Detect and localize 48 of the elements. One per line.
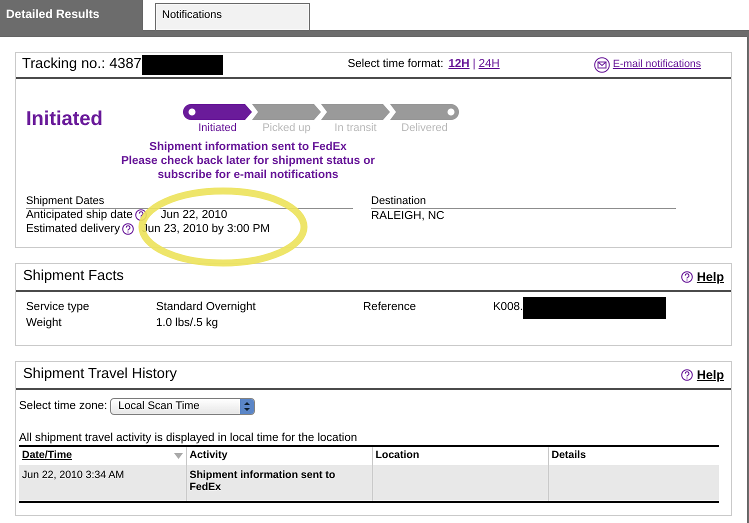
column-header[interactable]: Date/Time bbox=[22, 448, 72, 464]
fact-label: Weight bbox=[26, 316, 63, 331]
help-icon bbox=[134, 208, 147, 221]
help-icon bbox=[680, 369, 693, 381]
tab[interactable]: Detailed Results bbox=[0, 0, 143, 30]
date-value: Jun 22, 2010 bbox=[160, 208, 228, 223]
panel-title: Shipment Travel History bbox=[23, 365, 177, 384]
fact-label: Service type bbox=[26, 300, 90, 315]
fact-value: Standard Overnight bbox=[156, 300, 257, 315]
sort-icon bbox=[174, 453, 182, 460]
separator: | bbox=[472, 57, 476, 72]
time-format-link[interactable]: 24H bbox=[478, 56, 500, 74]
history-note: All shipment travel activity is displayed in local time for the location bbox=[19, 432, 358, 446]
help-link[interactable]: Help bbox=[696, 268, 724, 286]
help-icon bbox=[122, 222, 134, 235]
panel-title: Shipment Facts bbox=[23, 267, 124, 286]
tracking-label: Tracking no.: 4387 bbox=[22, 55, 142, 74]
section-heading: Shipment Dates bbox=[26, 194, 353, 208]
stage-label: In transit bbox=[334, 121, 377, 136]
stage-label: Picked up bbox=[262, 121, 311, 136]
column-header: Location bbox=[376, 449, 420, 462]
status-message: subscribe for e-mail notifications bbox=[158, 168, 338, 182]
fact-value: 1.0 lbs/.5 kg bbox=[156, 316, 220, 331]
timezone-select[interactable]: Local Scan Time bbox=[110, 398, 256, 416]
stage-label: Initiated bbox=[198, 121, 237, 136]
fact-label: Reference bbox=[363, 300, 418, 315]
timezone-label: Select time zone: bbox=[19, 399, 108, 414]
destination-value: RALEIGH, NC bbox=[371, 208, 446, 222]
column-header: Details bbox=[552, 449, 586, 462]
date-label: Anticipated ship date bbox=[26, 208, 133, 223]
help-link[interactable]: Help bbox=[696, 366, 724, 384]
status-title: Initiated bbox=[26, 107, 104, 132]
stage-label: Delivered bbox=[401, 121, 448, 136]
status-message: Please check back later for shipment status or bbox=[121, 154, 375, 168]
status-message: Shipment information sent to FedEx bbox=[149, 140, 347, 154]
envelope-icon bbox=[594, 57, 610, 73]
tab[interactable]: Notifications bbox=[155, 3, 310, 30]
section-heading: Destination bbox=[371, 194, 676, 208]
table-cell: Shipment information sent to FedEx bbox=[186, 465, 372, 502]
column-header: Activity bbox=[190, 449, 228, 462]
email-notifications-link[interactable]: E-mail notifications bbox=[612, 57, 701, 73]
dropdown-arrows-icon bbox=[240, 399, 254, 414]
time-format-link[interactable]: 12H bbox=[448, 56, 470, 74]
fact-value: K008. bbox=[493, 300, 524, 315]
time-format-label: Select time format: bbox=[348, 57, 444, 72]
table-cell: Jun 22, 2010 3:34 AM bbox=[19, 465, 186, 502]
date-label: Estimated delivery bbox=[26, 222, 120, 237]
help-icon bbox=[680, 271, 693, 283]
